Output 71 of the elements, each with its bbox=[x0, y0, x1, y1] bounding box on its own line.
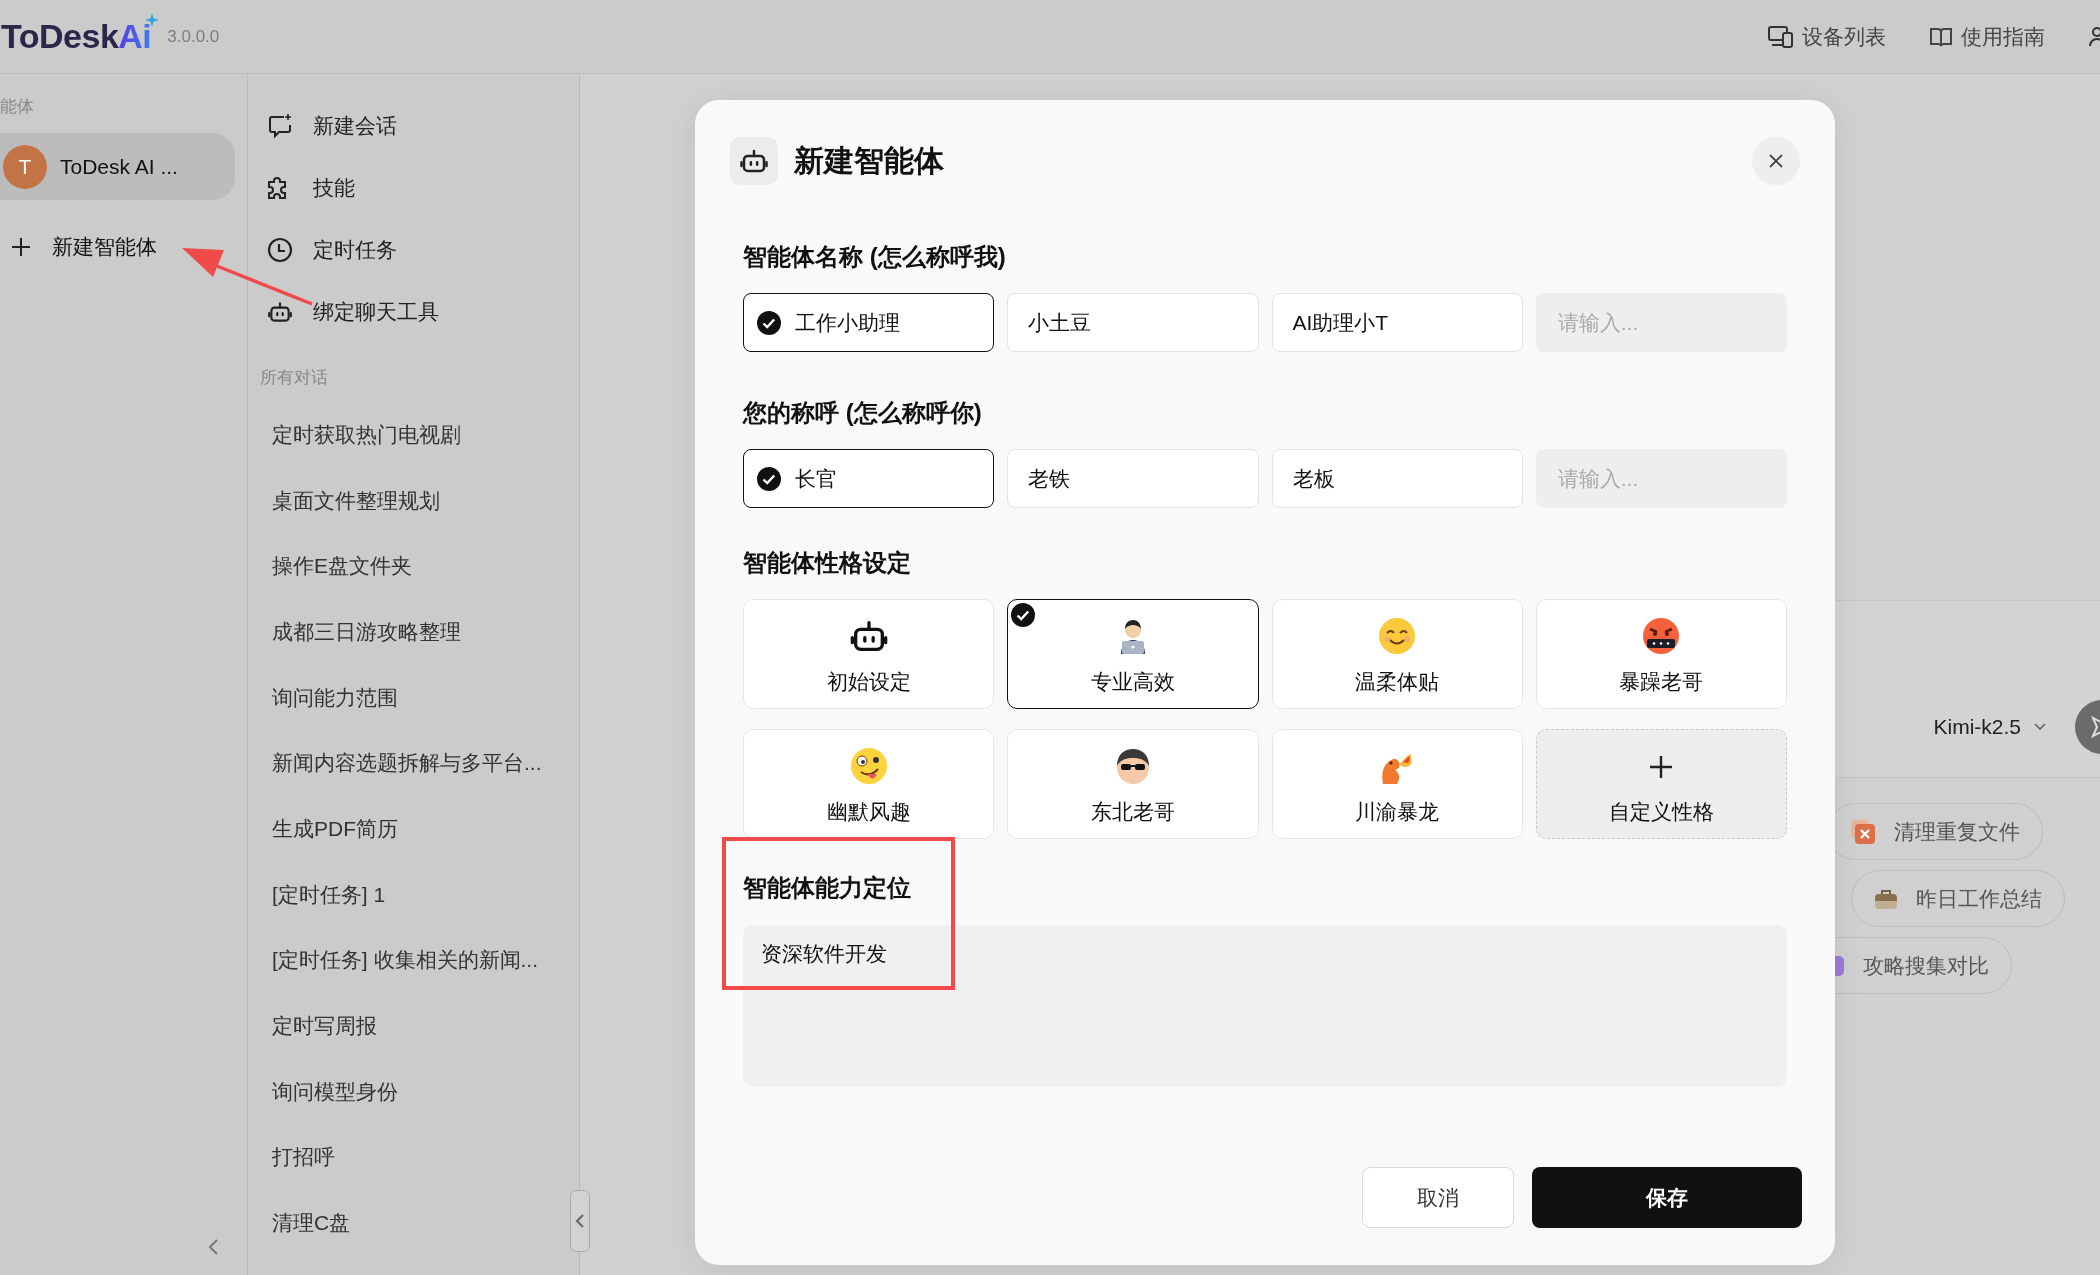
input-field[interactable]: 请输入... bbox=[1535, 293, 1787, 352]
personality-card[interactable]: 幽默风趣 bbox=[743, 729, 995, 839]
conversation-item[interactable]: 询问能力范围 bbox=[272, 664, 398, 731]
clock-icon bbox=[267, 237, 293, 263]
conversation-item[interactable]: 定时写周报 bbox=[272, 993, 377, 1059]
briefcase-icon bbox=[1874, 887, 1898, 910]
save-button[interactable]: 保存 bbox=[1532, 1167, 1802, 1228]
device-list-link[interactable]: 设备列表 bbox=[1768, 22, 1886, 51]
devices-icon bbox=[1768, 24, 1794, 49]
guide-link[interactable]: 使用指南 bbox=[1929, 22, 2045, 51]
plus-icon bbox=[10, 236, 32, 258]
section-heading: 所有对话 bbox=[259, 367, 329, 389]
section-label: 智能体名称 (怎么称呼我) bbox=[743, 242, 1007, 272]
conversation-item[interactable]: [定时任务] 1 bbox=[272, 861, 386, 928]
conversation-item[interactable]: 打招呼 bbox=[272, 1124, 335, 1191]
option-button[interactable]: 小土豆 bbox=[1007, 293, 1259, 352]
personality-card[interactable]: 专业高效 bbox=[1007, 599, 1259, 709]
conversation-item[interactable]: 桌面文件整理规划 bbox=[272, 467, 440, 534]
conversation-item[interactable]: 定时获取热门电视剧 bbox=[272, 402, 461, 468]
chevron-icon bbox=[575, 1213, 585, 1229]
conversation-item[interactable]: 成都三日游攻略整理 bbox=[272, 599, 461, 665]
collapse-icon[interactable] bbox=[207, 1237, 221, 1257]
nav-item[interactable]: 定时任务 bbox=[248, 219, 579, 281]
collapse-handle[interactable] bbox=[570, 1190, 590, 1252]
agent-item[interactable]: T ToDesk AI ... bbox=[0, 133, 235, 200]
nav-item[interactable]: 新建会话 bbox=[248, 95, 579, 157]
conversation-item[interactable]: 清理C盘 bbox=[272, 1190, 351, 1256]
option-button[interactable]: 老铁 bbox=[1007, 449, 1259, 508]
close-icon bbox=[1767, 152, 1785, 170]
conversation-item[interactable]: 新闻内容选题拆解与多平台... bbox=[272, 730, 542, 797]
check-icon bbox=[1011, 603, 1036, 627]
close-button[interactable] bbox=[1752, 137, 1800, 185]
option-button[interactable]: AI助理小T bbox=[1271, 293, 1523, 352]
angry-face-icon bbox=[1641, 616, 1682, 656]
option-button[interactable]: 工作小助理 bbox=[743, 293, 995, 352]
personality-card[interactable]: 初始设定 bbox=[743, 599, 995, 709]
model-dropdown[interactable]: Kimi-k2.5 bbox=[1927, 714, 2053, 740]
nav-item[interactable]: 技能 bbox=[248, 157, 579, 219]
conversation-item[interactable]: [定时任务] 收集相关的新闻... bbox=[272, 927, 538, 994]
conversation-item[interactable]: 生成PDF简历 bbox=[272, 796, 398, 862]
version-label: 3.0.0.0 bbox=[167, 26, 220, 47]
section-label: 智能体性格设定 bbox=[743, 548, 912, 578]
section-label: 您的称呼 (怎么称呼你) bbox=[743, 398, 983, 428]
agent-name: ToDesk AI ... bbox=[60, 154, 178, 179]
app-logo: ToDeskAi bbox=[1, 17, 152, 56]
check-icon bbox=[757, 310, 781, 335]
conversation-item[interactable]: 询问模型身份 bbox=[272, 1058, 398, 1125]
goofy-face-icon bbox=[848, 746, 889, 786]
option-button[interactable]: 老板 bbox=[1271, 449, 1523, 508]
ability-field[interactable]: 资深软件开发 bbox=[743, 925, 1787, 1087]
delete-file-icon bbox=[1850, 818, 1876, 845]
input-field[interactable]: 请输入... bbox=[1535, 449, 1787, 508]
dialog-title: 新建智能体 bbox=[794, 142, 944, 179]
personality-card[interactable]: 暴躁老哥 bbox=[1535, 599, 1787, 709]
option-button[interactable]: 长官 bbox=[743, 449, 995, 508]
section-heading: 能体 bbox=[0, 96, 35, 118]
conversation-item[interactable]: 操作E盘文件夹 bbox=[272, 533, 412, 600]
cancel-button[interactable]: 取消 bbox=[1362, 1167, 1514, 1228]
smiley-icon bbox=[1377, 616, 1418, 656]
check-icon bbox=[757, 466, 781, 491]
personality-card[interactable]: 东北老哥 bbox=[1007, 729, 1259, 839]
personality-card[interactable]: 川渝暴龙 bbox=[1271, 729, 1523, 839]
section-label: 智能体能力定位 bbox=[743, 873, 912, 903]
chat-icon bbox=[267, 113, 293, 139]
chevron-icon bbox=[2033, 722, 2047, 732]
personality-card[interactable]: 温柔体贴 bbox=[1271, 599, 1523, 709]
avatar: T bbox=[3, 144, 47, 189]
robot-icon bbox=[267, 299, 293, 325]
nav-item[interactable]: 绑定聊天工具 bbox=[248, 281, 579, 343]
personality-card[interactable]: 自定义性格 bbox=[1535, 729, 1787, 839]
new-agent-button[interactable]: 新建智能体 bbox=[0, 226, 235, 268]
